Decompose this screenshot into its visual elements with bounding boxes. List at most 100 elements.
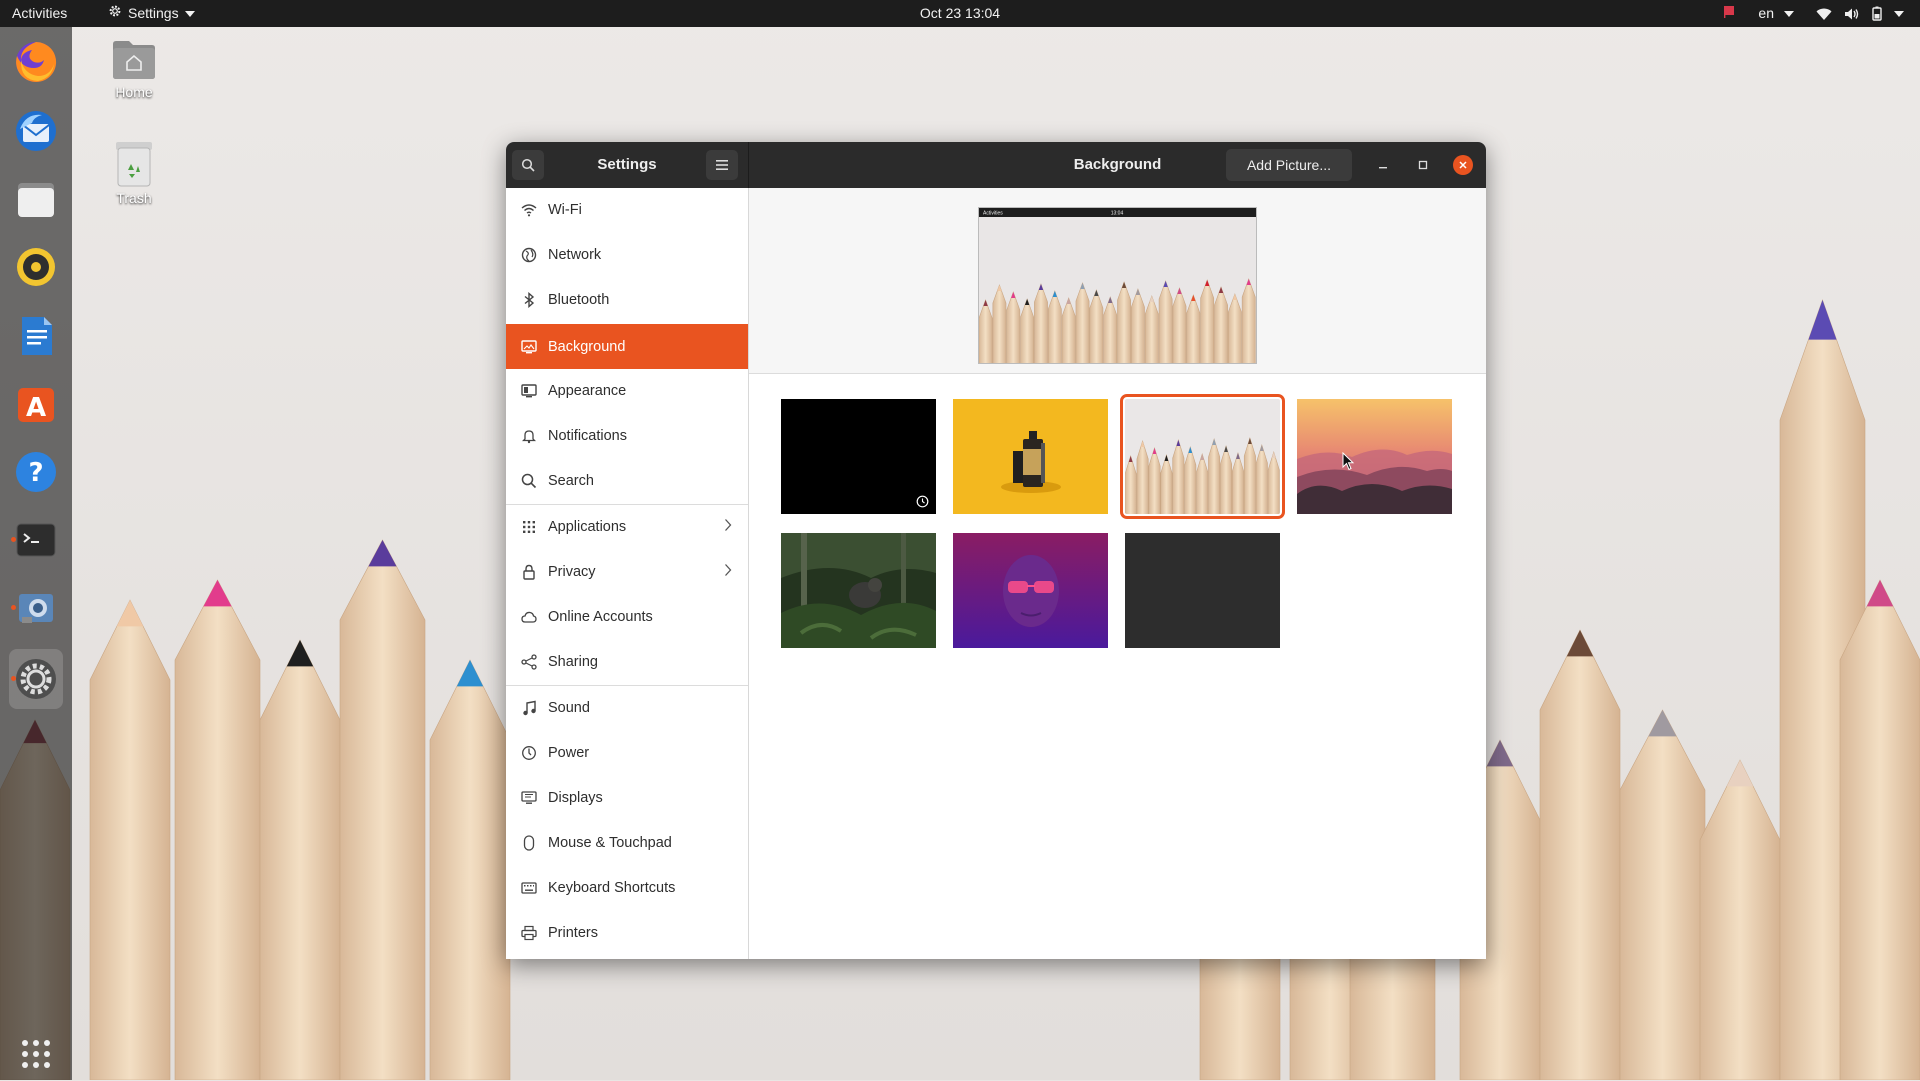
hamburger-menu-icon bbox=[716, 160, 728, 170]
sidebar-item-sound[interactable]: Sound bbox=[506, 686, 748, 730]
app-grid-icon bbox=[22, 1040, 50, 1068]
notification-flag-icon[interactable] bbox=[1722, 0, 1736, 27]
app-menu[interactable]: Settings bbox=[108, 0, 195, 27]
pencil bbox=[1539, 629, 1621, 1080]
bell-icon bbox=[520, 427, 538, 445]
chevron-down-icon bbox=[1894, 10, 1904, 17]
dock-help[interactable]: ? bbox=[9, 445, 63, 499]
maximize-button[interactable] bbox=[1413, 155, 1433, 175]
lock-icon bbox=[520, 563, 538, 581]
dock-firefox[interactable] bbox=[9, 35, 63, 89]
desktop-home[interactable]: Home bbox=[89, 36, 179, 100]
dock-files[interactable] bbox=[9, 172, 63, 226]
wallpaper-thumb-black[interactable] bbox=[781, 399, 936, 514]
pencil bbox=[1117, 281, 1131, 363]
top-bar: Activities Settings Oct 23 13:04 en bbox=[0, 0, 1920, 27]
home-folder-icon bbox=[111, 36, 157, 82]
sidebar-item-label: Applications bbox=[548, 519, 627, 535]
wallpaper-thumb-purple-head[interactable] bbox=[953, 533, 1108, 648]
sidebar-item-displays[interactable]: Displays bbox=[506, 776, 748, 820]
main-menu-button[interactable] bbox=[706, 150, 738, 180]
clock-icon bbox=[916, 495, 929, 508]
dock-writer[interactable] bbox=[9, 309, 63, 363]
keyboard-layout-indicator[interactable]: en bbox=[1758, 0, 1794, 27]
printer-icon bbox=[520, 924, 538, 942]
close-icon bbox=[1459, 161, 1467, 169]
sidebar-item-label: Background bbox=[548, 338, 626, 355]
minimize-button[interactable] bbox=[1373, 155, 1393, 175]
sidebar-item-keyboard-shortcuts[interactable]: Keyboard Shortcuts bbox=[506, 866, 748, 910]
share-icon bbox=[520, 653, 538, 671]
pencil bbox=[1075, 282, 1090, 363]
running-indicator bbox=[11, 537, 16, 542]
sidebar-item-sharing[interactable]: Sharing bbox=[506, 640, 748, 684]
system-tray[interactable]: en bbox=[1722, 0, 1904, 27]
dock-rhythmbox[interactable] bbox=[9, 240, 63, 294]
trash-label: Trash bbox=[116, 190, 152, 206]
dock-show-applications[interactable] bbox=[9, 1027, 63, 1081]
wallpaper-thumb-film-roll[interactable] bbox=[953, 399, 1108, 514]
cloud-icon bbox=[520, 608, 538, 626]
dock: A ? bbox=[0, 27, 72, 1080]
wallpaper-thumb-mountains[interactable] bbox=[1297, 399, 1452, 514]
sidebar: Wi-Fi Network Bluetooth Background Appea… bbox=[506, 188, 749, 959]
sidebar-item-label: Mouse & Touchpad bbox=[548, 835, 672, 851]
music-note-icon bbox=[520, 699, 538, 717]
background-panel: Activities 13:04 bbox=[749, 188, 1486, 959]
pencil bbox=[259, 639, 341, 1080]
sidebar-item-mouse-touchpad[interactable]: Mouse & Touchpad bbox=[506, 821, 748, 865]
search-button[interactable] bbox=[512, 150, 544, 180]
screenshot-icon bbox=[19, 594, 53, 623]
settings-window: Settings Background Add Picture... Wi-Fi… bbox=[506, 142, 1486, 959]
pencil bbox=[1158, 280, 1173, 363]
bluetooth-icon bbox=[520, 291, 538, 309]
close-button[interactable] bbox=[1453, 155, 1473, 175]
header-bar[interactable]: Settings Background Add Picture... bbox=[506, 142, 1486, 188]
desktop-trash[interactable]: Trash bbox=[89, 140, 179, 206]
sidebar-item-wifi[interactable]: Wi-Fi bbox=[506, 188, 748, 232]
sidebar-item-online-accounts[interactable]: Online Accounts bbox=[506, 595, 748, 639]
dock-thunderbird[interactable] bbox=[9, 104, 63, 158]
sidebar-item-label: Online Accounts bbox=[548, 609, 653, 625]
gear-icon bbox=[108, 0, 122, 27]
svg-text:?: ? bbox=[28, 458, 43, 488]
sidebar-item-appearance[interactable]: Appearance bbox=[506, 369, 748, 413]
sidebar-item-label: Wi-Fi bbox=[548, 202, 582, 218]
display-icon bbox=[520, 789, 538, 807]
help-icon: ? bbox=[16, 452, 56, 492]
wallpaper-thumb-pencils[interactable] bbox=[1120, 394, 1285, 519]
clock[interactable]: Oct 23 13:04 bbox=[920, 5, 1000, 21]
dock-screenshot[interactable] bbox=[9, 581, 63, 635]
add-picture-button[interactable]: Add Picture... bbox=[1226, 149, 1352, 181]
sidebar-item-privacy[interactable]: Privacy bbox=[506, 550, 748, 594]
keyboard-icon bbox=[520, 879, 538, 897]
sidebar-item-printers[interactable]: Printers bbox=[506, 911, 748, 955]
activities-button[interactable]: Activities bbox=[12, 0, 67, 27]
background-icon bbox=[520, 338, 538, 356]
sidebar-item-bluetooth[interactable]: Bluetooth bbox=[506, 278, 748, 322]
sidebar-item-network[interactable]: Network bbox=[506, 233, 748, 277]
status-menu[interactable] bbox=[1816, 6, 1904, 21]
firefox-icon bbox=[16, 41, 57, 82]
mouse-cursor-icon bbox=[1342, 452, 1355, 471]
power-icon bbox=[520, 744, 538, 762]
sidebar-item-search[interactable]: Search bbox=[506, 459, 748, 503]
svg-text:A: A bbox=[26, 393, 46, 423]
wallpaper-thumb-gorilla[interactable] bbox=[781, 533, 936, 648]
wallpaper-thumb-dark-gray[interactable] bbox=[1125, 533, 1280, 648]
sidebar-item-power[interactable]: Power bbox=[506, 731, 748, 775]
pencil bbox=[1839, 579, 1920, 1080]
sidebar-item-notifications[interactable]: Notifications bbox=[506, 414, 748, 458]
preview-area: Activities 13:04 bbox=[749, 188, 1486, 374]
sidebar-item-applications[interactable]: Applications bbox=[506, 505, 748, 549]
settings-icon bbox=[16, 659, 56, 699]
dock-settings[interactable] bbox=[9, 649, 63, 709]
dock-terminal[interactable] bbox=[9, 513, 63, 567]
chevron-right-icon bbox=[724, 563, 732, 581]
minimize-icon bbox=[1379, 167, 1387, 169]
applications-icon bbox=[520, 518, 538, 536]
software-icon: A bbox=[18, 388, 54, 423]
dock-software[interactable]: A bbox=[9, 377, 63, 431]
sidebar-item-background[interactable]: Background bbox=[506, 324, 748, 369]
files-icon bbox=[18, 183, 54, 217]
